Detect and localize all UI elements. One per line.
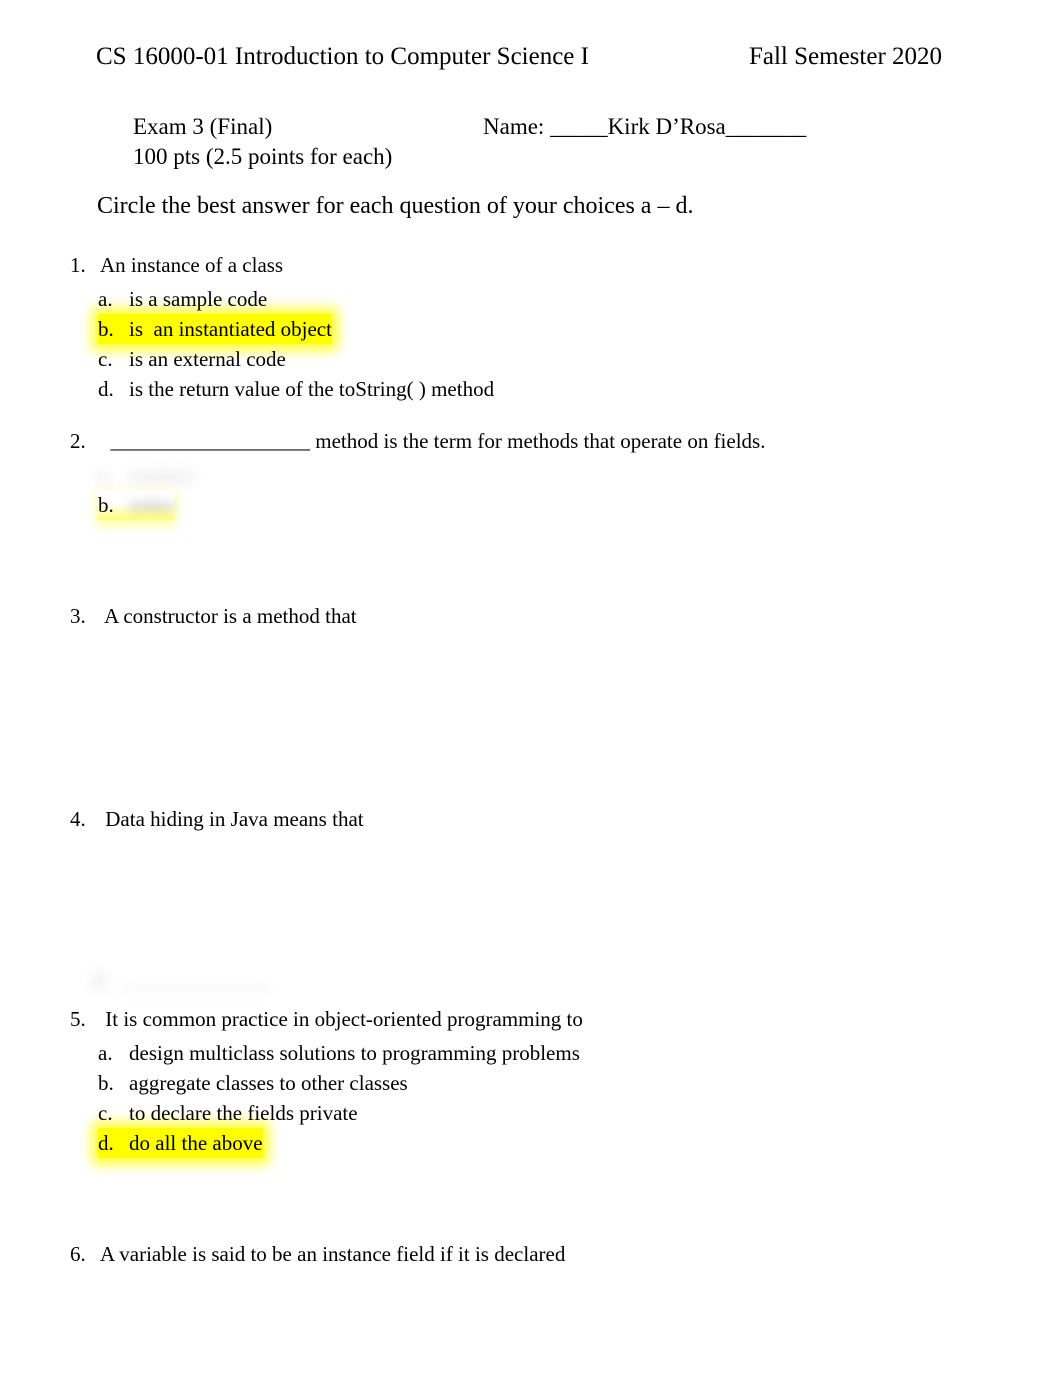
question-stem: 3. A constructor is a method that — [70, 603, 1030, 631]
option-list: a. mutator b. setter — [98, 460, 1030, 520]
option-letter: c. — [98, 346, 113, 371]
option-text: design multiclass solutions to programmi… — [129, 1040, 580, 1065]
student-name-value: _____Kirk D’Rosa_______ — [550, 114, 807, 139]
course-title: CS 16000-01 Introduction to Computer Sci… — [96, 43, 589, 70]
name-label: Name: — [483, 114, 551, 139]
option-text: setter — [129, 492, 175, 517]
question-stem: 4. Data hiding in Java means that — [70, 806, 1030, 834]
question-number: 2. — [70, 429, 86, 453]
option-letter: d. — [98, 1131, 114, 1156]
question-stem: 5. It is common practice in object-orien… — [70, 1006, 1030, 1034]
answer-option[interactable]: b. aggregate classes to other classes — [98, 1068, 408, 1098]
answer-option[interactable]: c. to declare the fields private — [98, 1098, 358, 1128]
exam-name-row: Exam 3 (Final) Name: _____Kirk D’Rosa___… — [133, 113, 963, 141]
option-text: is a sample code — [129, 286, 268, 311]
option-list: a. design multiclass solutions to program… — [98, 1038, 1030, 1159]
question-number: 1. — [70, 253, 86, 277]
points-line: 100 pts (2.5 points for each) — [133, 144, 393, 170]
answer-option[interactable]: a. is a sample code — [98, 284, 267, 314]
option-list: a. is a sample code b. is an instantiated o… — [98, 284, 1030, 405]
question-number: 3. — [70, 604, 86, 628]
question-text: A constructor is a method that — [100, 604, 357, 628]
question-5: 5. It is common practice in object-orien… — [70, 1006, 1030, 1159]
answer-option[interactable]: a. mutator — [98, 460, 194, 490]
question-text: A variable is said to be an instance fie… — [100, 1242, 566, 1266]
option-text: is the return value of the toString( ) m… — [129, 377, 495, 402]
question-2: 2. ___________________ method is the ter… — [70, 428, 1030, 520]
question-3: 3. A constructor is a method that — [70, 603, 1030, 631]
question-6: 6. A variable is said to be an instance f… — [70, 1241, 1030, 1269]
question-stem: 1. An instance of a class — [70, 252, 1030, 280]
question-number: 6. — [70, 1242, 86, 1266]
option-letter: b. — [98, 1070, 114, 1095]
option-letter: b. — [98, 492, 114, 517]
option-text: aggregate classes to other classes — [129, 1070, 408, 1095]
redacted-remnant-line: d. ______________ — [92, 968, 271, 992]
option-text: is an external code — [129, 346, 286, 371]
exam-document-page: CS 16000-01 Introduction to Computer Sci… — [0, 0, 1062, 1377]
option-letter: a. — [98, 286, 113, 311]
exam-meta-block: Exam 3 (Final) Name: _____Kirk D’Rosa___… — [133, 113, 963, 171]
answer-option[interactable]: b. setter — [98, 489, 175, 520]
document-header: CS 16000-01 Introduction to Computer Sci… — [96, 42, 966, 71]
option-letter: a. — [98, 462, 113, 487]
question-number: 4. — [70, 807, 86, 831]
option-text: do all the above — [129, 1131, 263, 1156]
option-letter: b. — [98, 316, 114, 341]
question-4: 4. Data hiding in Java means that — [70, 806, 1030, 834]
option-text: mutator — [129, 462, 195, 487]
question-number: 5. — [70, 1007, 86, 1031]
question-stem: 6. A variable is said to be an instance f… — [70, 1241, 1030, 1269]
question-text: Data hiding in Java means that — [100, 807, 364, 831]
semester-term: Fall Semester 2020 — [748, 43, 943, 70]
option-text: to declare the fields private — [129, 1100, 358, 1125]
question-text: It is common practice in object-oriented… — [100, 1007, 583, 1031]
question-text: ___________________ method is the term f… — [100, 429, 766, 453]
answer-option[interactable]: d. do all the above — [98, 1128, 263, 1159]
option-letter: a. — [98, 1040, 113, 1065]
question-text: An instance of a class — [100, 253, 284, 277]
question-1: 1. An instance of a class a. is a sample co… — [70, 252, 1030, 404]
question-stem: 2. ___________________ method is the ter… — [70, 428, 1030, 456]
answer-option[interactable]: a. design multiclass solutions to program… — [98, 1038, 580, 1068]
option-text: is an instantiated object — [129, 316, 332, 341]
instruction-text: Circle the best answer for each question… — [97, 193, 694, 219]
exam-label: Exam 3 (Final) — [133, 114, 273, 139]
option-letter: c. — [98, 1100, 113, 1125]
answer-option[interactable]: c. is an external code — [98, 344, 286, 374]
answer-option[interactable]: b. is an instantiated object — [98, 313, 332, 344]
option-letter: d. — [98, 377, 114, 402]
answer-option[interactable]: d. is the return value of the toString( )… — [98, 374, 494, 404]
